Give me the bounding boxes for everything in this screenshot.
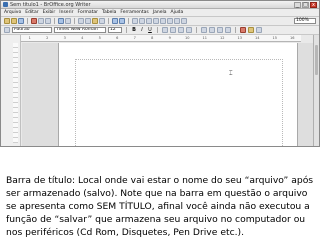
toolbar-separator [126,27,127,33]
menu-editar[interactable]: Editar [25,10,38,15]
paragraph-style-select[interactable]: Padrão [12,27,52,33]
left-margin-pane [1,35,21,146]
numbering-icon[interactable] [201,27,207,33]
ruler-tick: 7 [133,36,136,40]
save-icon[interactable] [18,18,24,24]
ruler-tick: 6 [116,36,119,40]
ruler-tick: 14 [255,36,260,40]
window-title: Sem título1 - BrOffice.org Writer [10,1,91,8]
align-center-icon[interactable] [170,27,176,33]
menu-bar: Arquivo Editar Exibir Inserir Formatar T… [1,9,319,17]
gallery-icon[interactable] [167,18,173,24]
redo-icon[interactable] [119,18,125,24]
navigator-icon[interactable] [160,18,166,24]
caption-text: Barra de título: Local onde vai estar o … [6,175,314,238]
data-sources-icon[interactable] [174,18,180,24]
scrollbar-thumb[interactable] [315,45,318,75]
bold-icon[interactable]: B [131,27,137,33]
menu-arquivo[interactable]: Arquivo [4,10,21,15]
italic-icon[interactable]: I [139,27,145,33]
vertical-scrollbar[interactable] [313,35,319,146]
ruler-tick: 2 [46,36,49,40]
formatting-toolbar: Padrão Times New Roman 12 B I U [1,26,319,35]
vertical-ruler [13,43,18,143]
ruler-tick: 16 [290,36,295,40]
background-color-icon[interactable] [256,27,262,33]
menu-inserir[interactable]: Inserir [59,10,73,15]
font-name-select[interactable]: Times New Roman [54,27,106,33]
justify-icon[interactable] [186,27,192,33]
ruler-tick: 5 [98,36,101,40]
menu-janela[interactable]: Janela [153,10,167,15]
title-bar[interactable]: Sem título1 - BrOffice.org Writer _ □ x [1,1,319,9]
underline-icon[interactable]: U [147,27,153,33]
undo-icon[interactable] [112,18,118,24]
show-draw-functions-icon[interactable] [146,18,152,24]
menu-formatar[interactable]: Formatar [78,10,98,15]
menu-ajuda[interactable]: Ajuda [171,10,184,15]
cut-icon[interactable] [78,18,84,24]
font-size-select[interactable]: 12 [108,27,122,33]
toolbar-separator [54,18,55,24]
font-color-icon[interactable] [240,27,246,33]
ruler-tick: 3 [63,36,66,40]
mouse-cursor-icon: ⌶ [229,70,233,77]
window-controls: _ □ x [294,1,317,8]
document-page[interactable]: ⌶ [58,43,298,146]
print-preview-icon[interactable] [45,18,51,24]
document-area: ⌶ [22,43,315,146]
toolbar-separator [196,27,197,33]
ruler-tick: 11 [202,36,207,40]
toolbar-separator [235,27,236,33]
text-boundaries [75,59,283,146]
ruler-tick: 4 [81,36,84,40]
new-document-icon[interactable] [4,18,10,24]
ruler-tick: 15 [272,36,277,40]
find-replace-icon[interactable] [153,18,159,24]
ruler-tick: 12 [220,36,225,40]
ruler-tick: 13 [237,36,242,40]
open-folder-icon[interactable] [11,18,17,24]
export-pdf-icon[interactable] [31,18,37,24]
clone-format-icon[interactable] [99,18,105,24]
toolbar-separator [74,18,75,24]
align-left-icon[interactable] [162,27,168,33]
bullets-icon[interactable] [209,27,215,33]
writer-app-icon [3,2,8,7]
writer-window: Sem título1 - BrOffice.org Writer _ □ x … [0,0,320,147]
table-icon[interactable] [139,18,145,24]
minimize-button[interactable]: _ [294,1,301,8]
ruler-tick: 1 [28,36,31,40]
styles-formatting-icon[interactable] [4,27,10,33]
spellcheck-icon[interactable] [58,18,64,24]
autospell-icon[interactable] [65,18,71,24]
maximize-button[interactable]: □ [302,1,309,8]
align-right-icon[interactable] [178,27,184,33]
zoom-select[interactable]: 100% [294,18,316,24]
ruler-tick: 10 [185,36,190,40]
print-icon[interactable] [38,18,44,24]
highlighting-icon[interactable] [248,27,254,33]
toolbar-separator [128,18,129,24]
copy-icon[interactable] [85,18,91,24]
ruler-tick: 9 [168,36,171,40]
paste-icon[interactable] [92,18,98,24]
nonprinting-characters-icon[interactable] [181,18,187,24]
toolbar-separator [27,18,28,24]
menu-tabela[interactable]: Tabela [102,10,116,15]
horizontal-ruler[interactable]: 1 2 3 4 5 6 7 8 9 10 11 12 13 14 15 16 [21,35,301,42]
close-button[interactable]: x [310,1,317,8]
menu-ferramentas[interactable]: Ferramentas [120,10,148,15]
toolbar-separator [108,18,109,24]
hyperlink-icon[interactable] [132,18,138,24]
increase-indent-icon[interactable] [225,27,231,33]
menu-exibir[interactable]: Exibir [43,10,56,15]
standard-toolbar: 100% [1,17,319,26]
decrease-indent-icon[interactable] [217,27,223,33]
toolbar-separator [157,27,158,33]
ruler-tick: 8 [151,36,154,40]
